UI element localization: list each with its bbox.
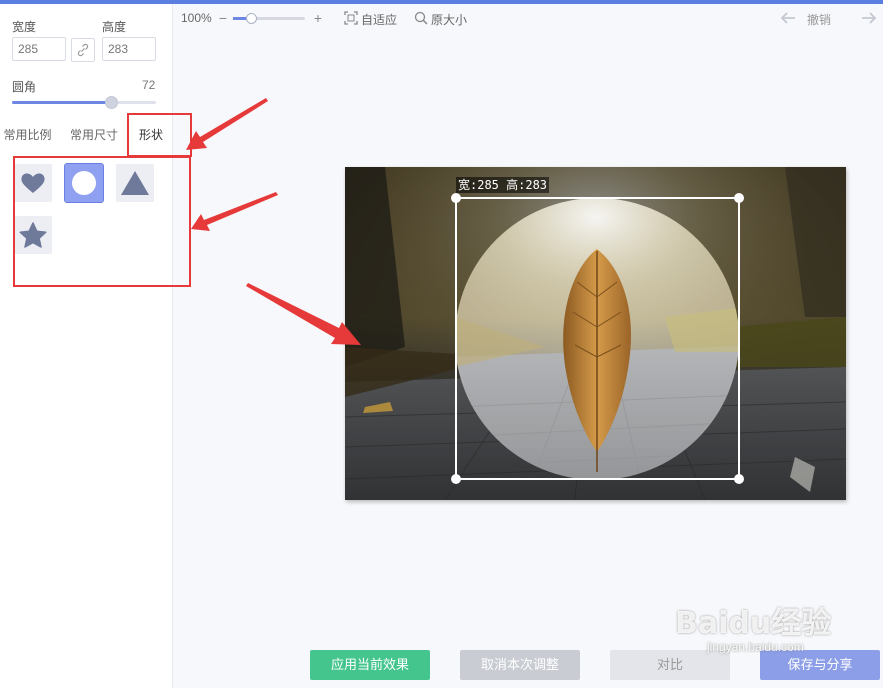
- apply-effect-button[interactable]: 应用当前效果: [310, 650, 430, 680]
- arrow-to-shapes-box: [191, 192, 278, 231]
- watermark-site: jingyan.baidu.com: [707, 640, 804, 654]
- baidu-jingyan-logo: Baidu经验: [675, 606, 832, 641]
- compare-button[interactable]: 对比: [610, 650, 730, 680]
- annotation-arrows: [186, 98, 361, 345]
- cancel-adjust-button[interactable]: 取消本次调整: [460, 650, 580, 680]
- arrow-to-photo: [246, 283, 361, 345]
- save-share-button[interactable]: 保存与分享: [760, 650, 880, 680]
- arrow-to-shape-tab: [186, 98, 268, 150]
